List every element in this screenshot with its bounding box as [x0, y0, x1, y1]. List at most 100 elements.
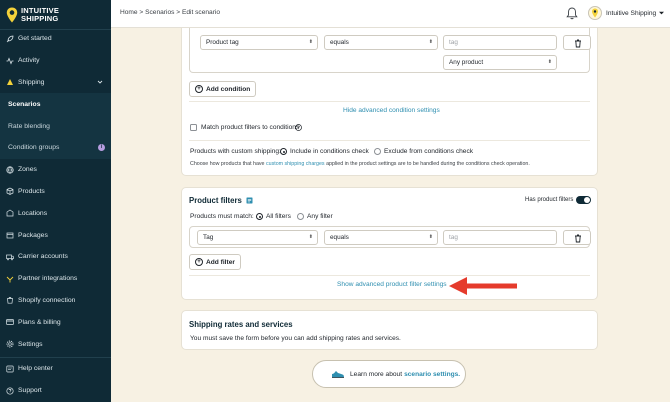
has-filters-label: Has product filters — [525, 197, 574, 203]
sidebar-item-label: Products — [18, 187, 45, 195]
shipping-rates-message: You must save the form before you can ad… — [190, 335, 401, 342]
sidebar-item-partner-integrations[interactable]: Partner integrations — [0, 268, 111, 290]
sidebar-item-plans-billing[interactable]: Plans & billing — [0, 311, 111, 333]
include-in-check-radio[interactable] — [280, 148, 287, 155]
all-filters-label: All filters — [266, 213, 291, 220]
hide-advanced-condition-settings-link[interactable]: Hide advanced condition settings — [343, 107, 440, 114]
carrier-icon — [5, 252, 14, 261]
scenario-settings-link[interactable]: scenario settings. — [404, 371, 460, 378]
condition-field-select[interactable]: Product tag ⬍ — [200, 35, 318, 50]
select-value: equals — [330, 39, 349, 46]
account-menu[interactable]: Intuitive Shipping — [588, 5, 665, 21]
sidebar-item-scenarios[interactable]: Scenarios — [0, 93, 111, 116]
filter-field-select[interactable]: Tag ⬍ — [197, 230, 318, 245]
all-filters-radio[interactable] — [256, 213, 263, 220]
sidebar-item-get-started[interactable]: Get started — [0, 28, 111, 50]
shipping-rates-title: Shipping rates and services — [189, 320, 293, 329]
select-value: Any product — [449, 59, 484, 66]
sidebar-item-label: Rate blending — [8, 122, 50, 130]
sidebar: INTUITIVE SHIPPING Get started Activity … — [0, 0, 111, 402]
breadcrumb[interactable]: Home > Scenarios > Edit scenario — [120, 9, 220, 16]
package-icon — [5, 231, 14, 240]
chevron-down-icon — [97, 79, 103, 87]
sidebar-item-label: Zones — [18, 166, 37, 174]
activity-icon — [5, 56, 14, 65]
has-filters-toggle[interactable] — [576, 196, 591, 204]
select-arrows-icon: ⬍ — [308, 39, 313, 45]
sidebar-item-label: Help center — [18, 365, 53, 373]
shipping-icon — [5, 78, 14, 87]
add-condition-button[interactable]: + Add condition — [189, 81, 257, 97]
condition-value-input[interactable]: tag — [443, 35, 557, 50]
plus-circle-icon: + — [195, 258, 203, 266]
filter-value-input[interactable]: tag — [443, 230, 557, 245]
sidebar-item-label: Partner integrations — [18, 275, 78, 283]
brand-logo[interactable]: INTUITIVE SHIPPING — [6, 4, 59, 26]
brand-name: INTUITIVE SHIPPING — [21, 7, 59, 23]
select-arrows-icon: ⬍ — [547, 59, 552, 65]
must-match-label: Products must match: — [190, 213, 254, 220]
bell-icon[interactable] — [566, 7, 578, 20]
any-filter-radio[interactable] — [297, 213, 304, 220]
brand-line-2: SHIPPING — [21, 14, 59, 23]
sidebar-item-label: Support — [18, 387, 42, 395]
exclude-from-check-label: Exclude from conditions check — [384, 148, 474, 155]
custom-shipping-help: Choose how products that have custom shi… — [190, 161, 530, 167]
condition-operator-select[interactable]: equals ⬍ — [324, 35, 438, 50]
box-icon — [5, 187, 14, 196]
select-arrows-icon: ⬍ — [428, 39, 433, 45]
sidebar-item-locations[interactable]: Locations — [0, 202, 111, 224]
select-arrows-icon: ⬍ — [308, 234, 313, 240]
select-value: Product tag — [206, 39, 239, 46]
product-filters-title: Product filters — [189, 196, 242, 205]
help-text-after: applied in the product settings are to b… — [326, 161, 530, 167]
sidebar-item-label: Carrier accounts — [18, 253, 68, 261]
sidebar-item-support[interactable]: Support — [0, 380, 111, 402]
pin-logo-icon — [6, 7, 18, 23]
caret-down-icon — [659, 11, 665, 15]
condition-row: Product tag ⬍ equals ⬍ tag Any product ⬍ — [189, 28, 591, 73]
sidebar-item-carrier-accounts[interactable]: Carrier accounts — [0, 246, 111, 268]
match-filters-label: Match product filters to conditions — [201, 124, 300, 131]
select-arrows-icon: ⬍ — [428, 234, 433, 240]
match-filters-checkbox[interactable] — [190, 124, 197, 131]
sidebar-item-help-center[interactable]: Help center — [0, 358, 111, 380]
select-value: Tag — [203, 234, 214, 241]
conditions-card: Product tag ⬍ equals ⬍ tag Any product ⬍… — [181, 28, 598, 176]
delete-filter-button[interactable] — [563, 230, 591, 245]
condition-match-select[interactable]: Any product ⬍ — [443, 55, 557, 70]
custom-shipping-charges-link[interactable]: custom shipping charges — [266, 161, 325, 167]
avatar — [588, 6, 602, 20]
custom-shipping-label: Products with custom shipping: — [190, 148, 281, 155]
sidebar-item-settings[interactable]: Settings — [0, 333, 111, 355]
globe-icon — [5, 165, 14, 174]
filter-operator-select[interactable]: equals ⬍ — [324, 230, 438, 245]
document-icon[interactable] — [246, 197, 253, 204]
show-advanced-filter-settings-link[interactable]: Show advanced product filter settings — [337, 281, 447, 288]
help-circle-icon[interactable] — [295, 124, 302, 131]
arrow-annotation-icon — [449, 277, 517, 295]
include-in-check-label: Include in conditions check — [290, 148, 369, 155]
sidebar-item-rate-blending[interactable]: Rate blending — [0, 115, 111, 137]
sidebar-item-label: Shipping — [18, 78, 45, 86]
plus-circle-icon: + — [195, 85, 203, 93]
gear-icon — [5, 340, 14, 349]
divider — [189, 140, 590, 141]
sidebar-item-zones[interactable]: Zones — [0, 159, 111, 181]
sidebar-nav: Get started Activity Shipping Scenarios … — [0, 28, 111, 355]
exclude-from-check-radio[interactable] — [374, 148, 381, 155]
top-bar: Home > Scenarios > Edit scenario Intuiti… — [111, 0, 670, 28]
sidebar-item-label: Condition groups — [8, 144, 60, 152]
sidebar-item-shipping[interactable]: Shipping — [0, 72, 111, 94]
add-filter-button[interactable]: + Add filter — [189, 254, 241, 270]
button-label: Add filter — [206, 259, 235, 266]
sidebar-item-condition-groups[interactable]: Condition groups i — [0, 136, 111, 159]
sidebar-item-activity[interactable]: Activity — [0, 50, 111, 72]
sidebar-item-label: Get started — [18, 35, 52, 43]
sidebar-item-shopify-connection[interactable]: Shopify connection — [0, 290, 111, 312]
sidebar-item-products[interactable]: Products — [0, 181, 111, 203]
billing-icon — [5, 318, 14, 327]
delete-condition-button[interactable] — [563, 35, 591, 50]
sidebar-item-packages[interactable]: Packages — [0, 224, 111, 246]
learn-more-banner[interactable]: Learn more about scenario settings. — [312, 360, 466, 388]
